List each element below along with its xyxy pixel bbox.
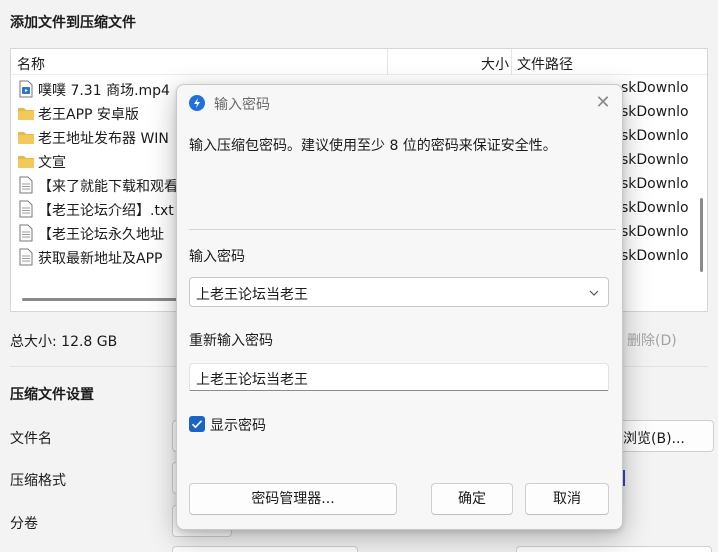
column-header-name[interactable]: 名称 bbox=[17, 54, 45, 74]
close-icon[interactable]: ✕ bbox=[591, 91, 615, 115]
column-divider[interactable] bbox=[511, 49, 512, 75]
option-field[interactable] bbox=[172, 546, 358, 552]
app-logo-icon bbox=[189, 95, 205, 111]
document-icon bbox=[19, 224, 33, 242]
column-header-size[interactable]: 大小 bbox=[481, 54, 509, 74]
file-path: skDownlo bbox=[621, 224, 689, 240]
file-name: 【老王论坛永久地址 bbox=[38, 227, 164, 243]
file-name: 噗噗 7.31 商场.mp4 bbox=[38, 83, 170, 99]
file-path: skDownlo bbox=[621, 104, 689, 120]
file-path: skDownlo bbox=[621, 128, 689, 144]
format-label: 压缩格式 bbox=[10, 473, 66, 489]
file-path: skDownlo bbox=[621, 200, 689, 216]
password-dialog: 输入密码 ✕ 输入压缩包密码。建议使用至少 8 位的密码来保证安全性。 输入密码… bbox=[176, 84, 623, 530]
file-path: skDownlo bbox=[621, 80, 689, 96]
document-icon bbox=[19, 200, 33, 218]
password-manager-button[interactable]: 密码管理器... bbox=[189, 483, 397, 515]
folder-icon bbox=[18, 132, 34, 144]
file-name: 获取最新地址及APP bbox=[38, 251, 163, 267]
split-label: 分卷 bbox=[10, 516, 38, 532]
file-name: 老王地址发布器 WIN bbox=[38, 131, 169, 147]
reenter-password-label: 重新输入密码 bbox=[189, 333, 273, 349]
vertical-scrollbar[interactable] bbox=[700, 198, 703, 272]
show-password-checkbox[interactable] bbox=[189, 416, 205, 432]
filename-label: 文件名 bbox=[10, 431, 52, 447]
dialog-title: 输入密码 bbox=[214, 97, 270, 113]
reenter-password-value: 上老王论坛当老王 bbox=[196, 372, 308, 388]
settings-title: 压缩文件设置 bbox=[10, 387, 94, 403]
dialog-description: 输入压缩包密码。建议使用至少 8 位的密码来保证安全性。 bbox=[189, 138, 557, 154]
ok-button[interactable]: 确定 bbox=[431, 483, 513, 515]
file-path: skDownlo bbox=[621, 152, 689, 168]
column-divider[interactable] bbox=[387, 49, 388, 75]
option-field[interactable] bbox=[516, 546, 712, 552]
delete-button[interactable]: 删除(D) bbox=[612, 322, 712, 354]
video-file-icon bbox=[19, 80, 33, 98]
total-size: 总大小: 12.8 GB bbox=[10, 334, 118, 350]
document-icon bbox=[19, 176, 33, 194]
reenter-password-input[interactable]: 上老王论坛当老王 bbox=[189, 363, 609, 391]
file-name: 【来了就能下载和观看 bbox=[38, 179, 178, 195]
bolt-icon bbox=[194, 98, 200, 108]
folder-icon bbox=[18, 156, 34, 168]
column-header-path[interactable]: 文件路径 bbox=[517, 54, 573, 74]
file-path: skDownlo bbox=[621, 176, 689, 192]
password-combobox[interactable]: 上老王论坛当老王 bbox=[189, 277, 609, 307]
folder-icon bbox=[18, 108, 34, 120]
horizontal-scrollbar[interactable] bbox=[22, 298, 182, 301]
document-icon bbox=[19, 248, 33, 266]
file-path: skDownlo bbox=[621, 248, 689, 264]
divider bbox=[189, 229, 616, 230]
file-list-header: 名称 大小 文件路径 bbox=[11, 49, 707, 75]
chevron-down-icon[interactable] bbox=[588, 287, 600, 299]
password-value: 上老王论坛当老王 bbox=[196, 287, 308, 303]
file-name: 【老王论坛介绍】.txt bbox=[38, 203, 174, 219]
file-name: 老王APP 安卓版 bbox=[38, 107, 139, 123]
password-label: 输入密码 bbox=[189, 249, 245, 265]
cancel-button[interactable]: 取消 bbox=[525, 483, 609, 515]
checkmark-icon bbox=[191, 420, 203, 429]
window-title: 添加文件到压缩文件 bbox=[10, 15, 136, 31]
file-name: 文宣 bbox=[38, 155, 66, 171]
show-password-label[interactable]: 显示密码 bbox=[210, 415, 266, 435]
